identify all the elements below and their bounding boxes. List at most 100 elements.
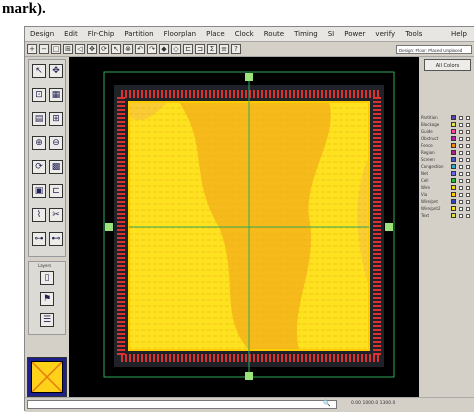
layer-color-swatch[interactable] xyxy=(451,164,456,169)
menu-floorplan[interactable]: Floorplan xyxy=(159,30,202,38)
list-legend-icon[interactable]: ☰ xyxy=(40,313,54,327)
layer-row[interactable]: Text xyxy=(421,212,474,219)
pin-legend-icon[interactable]: ⚑ xyxy=(40,292,54,306)
layer-color-swatch[interactable] xyxy=(451,206,456,211)
layer-color-swatch[interactable] xyxy=(451,185,456,190)
physical-view-icon[interactable]: ▤ xyxy=(32,112,46,126)
world-view-thumbnail[interactable] xyxy=(27,357,67,397)
layer-row[interactable]: Congestion xyxy=(421,163,474,170)
zoom-out-icon[interactable]: ⊖ xyxy=(49,136,63,150)
menu-flr-chip[interactable]: Flr-Chip xyxy=(83,30,120,38)
menu-clock[interactable]: Clock xyxy=(230,30,259,38)
search-icon[interactable]: 🔍 xyxy=(322,400,332,409)
zoom-box-icon[interactable]: □ xyxy=(51,44,61,54)
cut-icon[interactable]: ✂ xyxy=(49,208,63,222)
zoom-out-icon[interactable]: − xyxy=(39,44,49,54)
layer-row[interactable]: Screen xyxy=(421,156,474,163)
layer-selectable-checkbox[interactable] xyxy=(466,157,470,162)
layer-row[interactable]: Blockage xyxy=(421,121,474,128)
layer-selectable-checkbox[interactable] xyxy=(466,136,470,141)
layer-row[interactable]: Wire/pnt xyxy=(421,198,474,205)
layer-visible-checkbox[interactable] xyxy=(459,185,463,190)
module-icon[interactable]: ▣ xyxy=(32,184,46,198)
command-input[interactable] xyxy=(27,400,337,409)
layer-selectable-checkbox[interactable] xyxy=(466,122,470,127)
select-arrow-icon[interactable]: ↖ xyxy=(32,64,46,78)
layer-row[interactable]: Region xyxy=(421,149,474,156)
layer-row[interactable]: Via xyxy=(421,191,474,198)
layer-color-swatch[interactable] xyxy=(451,136,456,141)
layer-visible-checkbox[interactable] xyxy=(459,143,463,148)
layer-visible-checkbox[interactable] xyxy=(459,164,463,169)
layer-selectable-checkbox[interactable] xyxy=(466,143,470,148)
redo-icon[interactable]: ↷ xyxy=(147,44,157,54)
layer-visible-checkbox[interactable] xyxy=(459,192,463,197)
layer-row[interactable]: Wire xyxy=(421,184,474,191)
highlight-icon[interactable]: ◆ xyxy=(159,44,169,54)
menu-design[interactable]: Design xyxy=(25,30,59,38)
layout-canvas[interactable] xyxy=(69,57,419,397)
menu-si[interactable]: SI xyxy=(323,30,340,38)
layer-color-swatch[interactable] xyxy=(451,115,456,120)
layer-visible-checkbox[interactable] xyxy=(459,199,463,204)
menu-tools[interactable]: Tools xyxy=(400,30,427,38)
layer-visible-checkbox[interactable] xyxy=(459,171,463,176)
redraw-icon[interactable]: ⟳ xyxy=(99,44,109,54)
menu-timing[interactable]: Timing xyxy=(289,30,323,38)
floorplan-view-icon[interactable]: ⊡ xyxy=(32,88,46,102)
zoom-in-icon[interactable]: + xyxy=(27,44,37,54)
layer-selectable-checkbox[interactable] xyxy=(466,192,470,197)
menu-edit[interactable]: Edit xyxy=(59,30,83,38)
layer-visible-checkbox[interactable] xyxy=(459,157,463,162)
layer-visible-checkbox[interactable] xyxy=(459,150,463,155)
ruler-icon[interactable]: ⊏ xyxy=(183,44,193,54)
menu-partition[interactable]: Partition xyxy=(119,30,158,38)
layer-color-swatch[interactable] xyxy=(451,150,456,155)
menu-power[interactable]: Power xyxy=(339,30,370,38)
layer-visible-checkbox[interactable] xyxy=(459,206,463,211)
layer-row[interactable]: Obstruct xyxy=(421,135,474,142)
layer-selectable-checkbox[interactable] xyxy=(466,185,470,190)
pan-icon[interactable]: ✥ xyxy=(87,44,97,54)
layer-selectable-checkbox[interactable] xyxy=(466,213,470,218)
layer-visible-checkbox[interactable] xyxy=(459,213,463,218)
zoom-in-icon[interactable]: ⊕ xyxy=(32,136,46,150)
grid-icon[interactable]: ▩ xyxy=(49,160,63,174)
deselect-icon[interactable]: ⊗ xyxy=(123,44,133,54)
layer-row[interactable]: Wire/pnt2 xyxy=(421,205,474,212)
layer-visible-checkbox[interactable] xyxy=(459,178,463,183)
menu-verify[interactable]: verify xyxy=(370,30,400,38)
layer-color-swatch[interactable] xyxy=(451,178,456,183)
instance-legend-icon[interactable]: ▯ xyxy=(40,271,54,285)
layer-color-swatch[interactable] xyxy=(451,192,456,197)
layer-row[interactable]: Cell xyxy=(421,177,474,184)
layer-color-swatch[interactable] xyxy=(451,213,456,218)
layer-color-swatch[interactable] xyxy=(451,199,456,204)
layer-visible-checkbox[interactable] xyxy=(459,122,463,127)
clear-ruler-icon[interactable]: ⊐ xyxy=(195,44,205,54)
menu-help[interactable]: Help xyxy=(446,30,474,38)
layer-selectable-checkbox[interactable] xyxy=(466,164,470,169)
all-colors-button[interactable]: All Colors xyxy=(424,59,471,71)
layer-color-swatch[interactable] xyxy=(451,157,456,162)
ruler-icon[interactable]: ⊏ xyxy=(49,184,63,198)
move-icon[interactable]: ✥ xyxy=(49,64,63,78)
layer-row[interactable]: Fence xyxy=(421,142,474,149)
redraw-icon[interactable]: ⟳ xyxy=(32,160,46,174)
layer-visible-checkbox[interactable] xyxy=(459,115,463,120)
layer-color-swatch[interactable] xyxy=(451,143,456,148)
layer-visible-checkbox[interactable] xyxy=(459,129,463,134)
amoeba-view-icon[interactable]: ▦ xyxy=(49,88,63,102)
stretch-icon[interactable]: ⊷ xyxy=(49,232,63,246)
menu-route[interactable]: Route xyxy=(259,30,289,38)
layer-selectable-checkbox[interactable] xyxy=(466,178,470,183)
layer-color-swatch[interactable] xyxy=(451,171,456,176)
layer-selectable-checkbox[interactable] xyxy=(466,115,470,120)
layer-selectable-checkbox[interactable] xyxy=(466,171,470,176)
layer-selectable-checkbox[interactable] xyxy=(466,206,470,211)
layer-row[interactable]: Partition xyxy=(421,114,474,121)
layer-row[interactable]: Guide xyxy=(421,128,474,135)
layer-selectable-checkbox[interactable] xyxy=(466,199,470,204)
undo-icon[interactable]: ↶ xyxy=(135,44,145,54)
layer-color-swatch[interactable] xyxy=(451,129,456,134)
